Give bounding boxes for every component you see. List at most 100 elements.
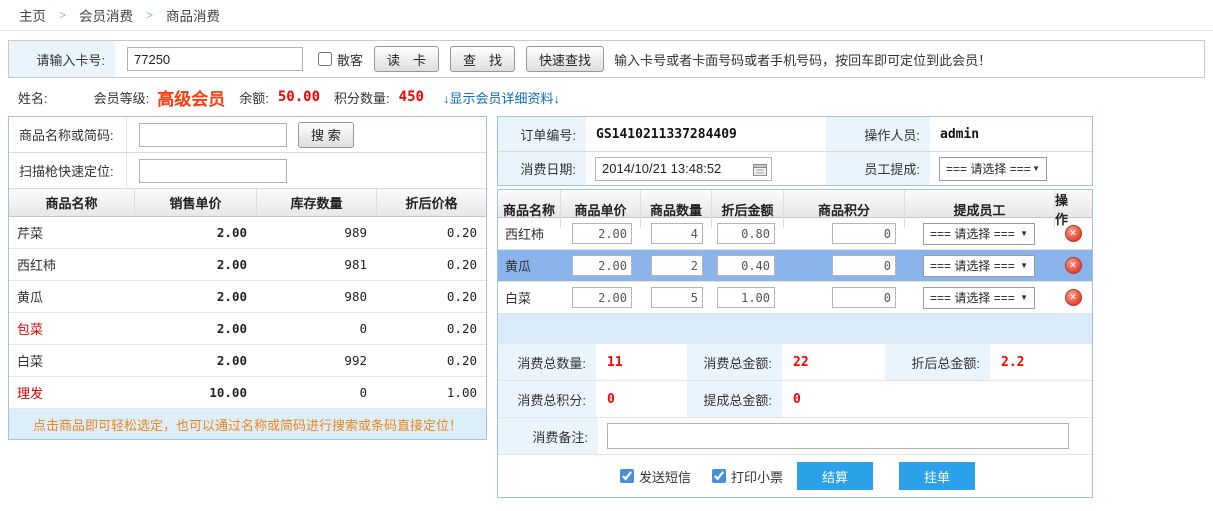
product-stock: 981 — [256, 257, 376, 272]
consume-date-input[interactable] — [595, 157, 772, 181]
member-info-bar: 姓名: 会员等级: 高级会员 余额: 50.00 积分数量: 450 ↓显示会员… — [0, 78, 1213, 116]
staff-commission-select[interactable]: === 请选择 === ▼ — [939, 157, 1047, 181]
delete-icon[interactable]: ✕ — [1065, 289, 1082, 306]
delete-icon[interactable]: ✕ — [1065, 225, 1082, 242]
product-panel-hint: 点击商品即可轻松选定，也可以通过名称或简码进行搜索或条码直接定位！ — [9, 409, 486, 439]
total-amount-label: 消费总金额: — [687, 344, 784, 380]
product-stock: 989 — [256, 225, 376, 240]
product-stock: 980 — [256, 289, 376, 304]
product-table-body: 芹菜2.009890.20西红柿2.009810.20黄瓜2.009800.20… — [9, 217, 486, 409]
product-row[interactable]: 理发10.0001.00 — [9, 377, 486, 409]
cart-amount-input[interactable] — [717, 287, 775, 308]
product-price: 2.00 — [134, 289, 256, 304]
order-number-value: GS1410211337284409 — [586, 127, 826, 142]
order-number-label: 订单编号: — [498, 117, 586, 151]
product-price: 2.00 — [134, 353, 256, 368]
read-card-button[interactable]: 读 卡 — [374, 46, 439, 72]
cart-points-input[interactable] — [832, 287, 896, 308]
find-button[interactable]: 查 找 — [450, 46, 515, 72]
product-search-row: 商品名称或简码: 搜 索 — [9, 117, 486, 153]
scan-locate-row: 扫描枪快速定位: — [9, 153, 486, 189]
dropdown-arrow-icon: ▼ — [1032, 164, 1040, 173]
checkout-footer: 发送短信 打印小票 结算 挂单 — [498, 455, 1092, 497]
product-search-input[interactable] — [139, 123, 287, 147]
consume-date-label: 消费日期: — [498, 152, 586, 185]
summary-row-1: 消费总数量: 11 消费总金额: 22 折后总金额: 2.2 — [498, 344, 1092, 381]
column-header: 折后价格 — [376, 189, 486, 216]
product-row[interactable]: 芹菜2.009890.20 — [9, 217, 486, 249]
cart-amount-input[interactable] — [717, 223, 775, 244]
product-discount-price: 0.20 — [376, 289, 486, 304]
cart-qty-input[interactable] — [651, 223, 703, 244]
hold-order-button[interactable]: 挂单 — [899, 462, 975, 490]
total-qty-label: 消费总数量: — [498, 344, 598, 380]
cart-points-input[interactable] — [832, 223, 896, 244]
print-receipt-checkbox[interactable] — [712, 469, 726, 483]
breadcrumb-item[interactable]: 商品消费 — [166, 5, 220, 25]
cart-staff-select[interactable]: === 请选择 ===▼ — [923, 255, 1035, 277]
breadcrumb-item[interactable]: 会员消费 — [79, 5, 133, 25]
select-value: === 请选择 === — [930, 289, 1015, 306]
order-info-box: 订单编号: GS1410211337284409 操作人员: admin 消费日… — [497, 116, 1093, 186]
cart-staff-select[interactable]: === 请选择 === ▼ — [923, 223, 1035, 245]
scan-locate-label: 扫描枪快速定位: — [9, 153, 127, 188]
product-price: 2.00 — [134, 225, 256, 240]
cart-points-input[interactable] — [832, 255, 896, 276]
product-row[interactable]: 西红柿2.009810.20 — [9, 249, 486, 281]
dropdown-arrow-icon: ▼ — [1020, 229, 1028, 238]
product-price: 2.00 — [134, 257, 256, 272]
product-search-button[interactable]: 搜 索 — [298, 122, 354, 148]
calendar-icon[interactable] — [753, 163, 767, 176]
product-search-label: 商品名称或简码: — [9, 117, 127, 152]
cart-price-input[interactable] — [572, 223, 632, 244]
total-qty-value: 11 — [598, 344, 687, 380]
product-row[interactable]: 白菜2.009920.20 — [9, 345, 486, 377]
breadcrumb-item[interactable]: 主页 — [19, 5, 46, 25]
product-discount-price: 1.00 — [376, 385, 486, 400]
settle-button[interactable]: 结算 — [797, 462, 873, 490]
breadcrumb: 主页>会员消费>商品消费 — [0, 0, 1213, 31]
scan-locate-input[interactable] — [139, 159, 287, 183]
cart-item-name: 黄瓜 — [498, 256, 560, 275]
cart-item-name: 西红柿 — [498, 224, 560, 243]
cart-staff-select[interactable]: === 请选择 === ▼ — [923, 287, 1035, 309]
order-number-row: 订单编号: GS1410211337284409 操作人员: admin — [498, 117, 1092, 151]
points-label: 积分数量: — [334, 88, 390, 107]
select-value: === 请选择 === — [930, 257, 1015, 274]
product-name: 包菜 — [9, 319, 134, 338]
product-name: 理发 — [9, 383, 134, 402]
member-level-value: 高级会员 — [157, 85, 225, 110]
cart-table-header: 商品名称 商品单价 商品数量 折后金额 商品积分 提成员工 操 作 — [498, 190, 1092, 218]
product-row[interactable]: 黄瓜2.009800.20 — [9, 281, 486, 313]
quick-find-button[interactable]: 快速查找 — [526, 46, 604, 72]
cart-price-input[interactable] — [572, 255, 632, 276]
balance-value: 50.00 — [278, 89, 320, 105]
cart-qty-input[interactable] — [651, 287, 703, 308]
cart-box: 商品名称 商品单价 商品数量 折后金额 商品积分 提成员工 操 作 西红柿 ===… — [497, 189, 1093, 498]
column-header: 库存数量 — [256, 189, 376, 216]
cart-amount-input[interactable] — [717, 255, 775, 276]
cart-price-input[interactable] — [572, 287, 632, 308]
product-discount-price: 0.20 — [376, 257, 486, 272]
select-value: === 请选择 === — [930, 225, 1015, 242]
discount-total-label: 折后总金额: — [885, 344, 992, 380]
delete-icon[interactable]: ✕ — [1065, 257, 1082, 274]
staff-commission-label: 员工提成: — [826, 152, 930, 185]
order-date-row: 消费日期: 员工提成: === 请选择 === ▼ — [498, 151, 1092, 185]
cart-qty-input[interactable] — [651, 255, 703, 276]
product-row[interactable]: 包菜2.0000.20 — [9, 313, 486, 345]
main-area: 商品名称或简码: 搜 索 扫描枪快速定位: 商品名称 销售单价 库存数量 折后价… — [8, 116, 1205, 498]
member-detail-link[interactable]: ↓显示会员详细资料↓ — [443, 88, 560, 107]
remark-label: 消费备注: — [498, 418, 598, 454]
discount-total-value: 2.2 — [992, 344, 1092, 380]
card-number-input[interactable] — [127, 47, 303, 71]
total-points-value: 0 — [598, 381, 687, 417]
dropdown-arrow-icon: ▼ — [1020, 293, 1028, 302]
print-receipt-label: 打印小票 — [731, 467, 783, 486]
breadcrumb-separator: > — [146, 8, 153, 22]
remark-input[interactable] — [607, 423, 1069, 449]
walk-in-checkbox[interactable] — [318, 52, 332, 66]
product-price: 2.00 — [134, 321, 256, 336]
product-discount-price: 0.20 — [376, 225, 486, 240]
send-sms-checkbox[interactable] — [620, 469, 634, 483]
